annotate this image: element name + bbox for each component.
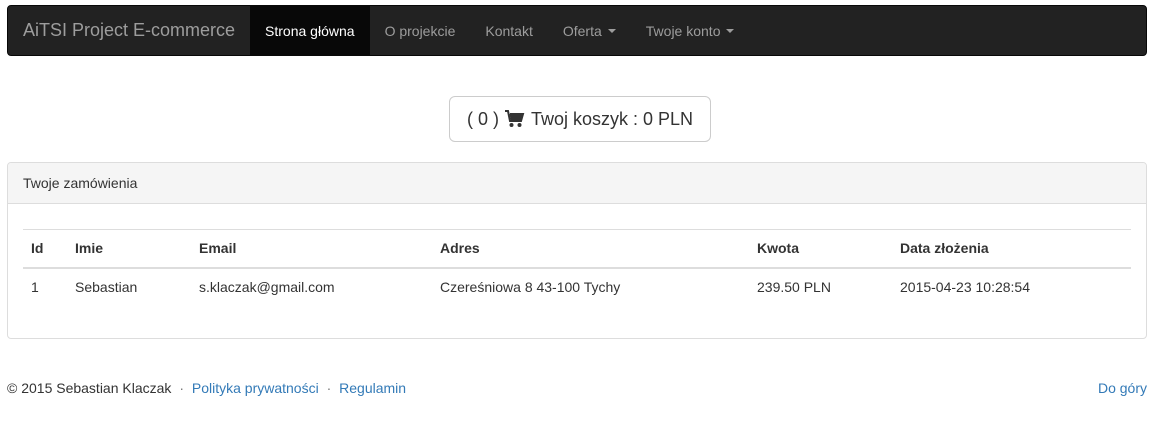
cell-email: s.klaczak@gmail.com [199,278,335,295]
column-header-id: Id [23,229,67,269]
brand-link[interactable]: AiTSI Project E-commerce [8,6,250,55]
nav-item-account-label: Twoje konto [645,22,721,39]
column-header-email: Email [191,229,432,269]
footer-left: © 2015 Sebastian Klaczak · Polityka pryw… [7,380,406,396]
top-navbar: AiTSI Project E-commerce Strona główna O… [7,5,1147,56]
orders-panel-title: Twoje zamówienia [8,163,1146,204]
cell-amount: 239.50 PLN [757,278,831,295]
footer-separator: · [326,380,332,396]
privacy-policy-link[interactable]: Polityka prywatności [192,380,319,396]
caret-down-icon [607,28,616,33]
orders-panel: Twoje zamówienia Id Imie Email Adres Kwo… [7,162,1147,339]
nav-item-contact[interactable]: Kontakt [470,6,547,55]
footer-copyright: © 2015 Sebastian Klaczak [7,380,172,396]
nav-item-home-label: Strona główna [265,22,355,39]
terms-link[interactable]: Regulamin [339,380,406,396]
table-row: 1 Sebastian s.klaczak@gmail.com Czereśni… [23,268,1131,305]
nav-item-about[interactable]: O projekcie [370,6,471,55]
cart-count: ( 0 ) [466,108,499,129]
column-header-date: Data złożenia [892,229,1131,269]
nav-item-offer-dropdown[interactable]: Oferta [548,6,631,55]
cart-container: ( 0 ) Twoj koszyk : 0 PLN [0,96,1160,142]
table-header-row: Id Imie Email Adres Kwota Data złożenia [23,229,1131,269]
cell-id: 1 [31,278,39,295]
column-header-name: Imie [67,229,191,269]
cell-address: Czereśniowa 8 43-100 Tychy [440,278,621,295]
nav-item-home[interactable]: Strona główna [250,6,370,55]
cart-label: Twoj koszyk : 0 PLN [530,108,694,129]
caret-down-icon [726,28,735,33]
nav-item-account-dropdown[interactable]: Twoje konto [631,6,750,55]
cell-name: Sebastian [75,278,138,295]
nav-item-contact-label: Kontakt [485,22,533,39]
orders-panel-body: Id Imie Email Adres Kwota Data złożenia … [8,204,1146,320]
nav-item-about-label: O projekcie [384,22,456,39]
footer-separator: · [179,380,184,396]
column-header-address: Adres [432,229,749,269]
nav-item-offer-label: Oferta [562,22,602,39]
column-header-amount: Kwota [749,229,892,269]
cart-icon [504,110,525,127]
cell-date: 2015-04-23 10:28:54 [900,278,1030,295]
orders-table: Id Imie Email Adres Kwota Data złożenia … [23,229,1131,305]
footer: © 2015 Sebastian Klaczak · Polityka pryw… [7,380,1147,396]
back-to-top-link[interactable]: Do góry [1098,380,1147,396]
cart-button[interactable]: ( 0 ) Twoj koszyk : 0 PLN [448,96,712,142]
